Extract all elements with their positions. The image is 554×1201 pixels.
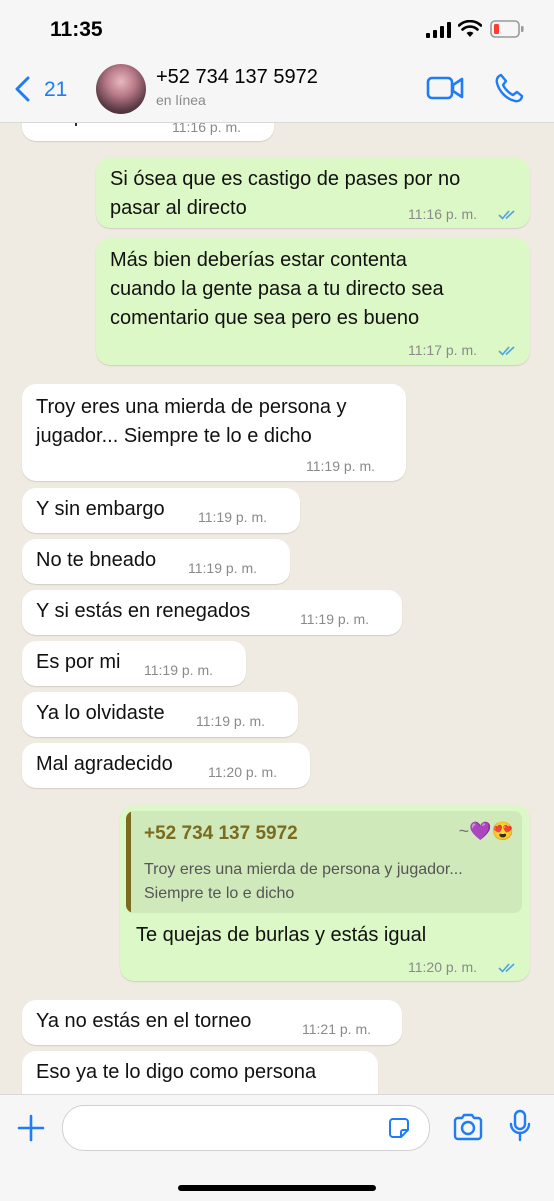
message-text: Es por mi <box>36 651 121 673</box>
quoted-message[interactable]: +52 734 137 5972 ~💜😍 Troy eres una mierd… <box>126 811 522 913</box>
message-text: Y si estás en renegados <box>36 600 251 622</box>
message-text: Troy eres una mierda de persona y <box>36 396 347 418</box>
message-time: 11:16 p. m. <box>408 206 478 222</box>
incoming-message[interactable]: De q hablas 11:16 p. m. <box>22 123 274 141</box>
composer-bar <box>0 1094 554 1201</box>
message-list[interactable]: De q hablas 11:16 p. m. Si ósea que es c… <box>0 123 554 1094</box>
message-text: De q hablas <box>36 123 143 131</box>
video-call-icon[interactable] <box>426 74 464 102</box>
chat-header: 21 +52 734 137 5972 en línea <box>0 58 554 123</box>
message-text: cuando la gente pasa a tu directo sea <box>110 278 444 300</box>
read-receipt-icon <box>498 210 515 220</box>
message-text: Te quejas de burlas y estás igual <box>136 924 427 946</box>
message-time: 11:19 p. m. <box>300 611 370 627</box>
contact-status: en línea <box>156 92 206 108</box>
message-time: 11:20 p. m. <box>408 959 478 975</box>
unread-count: 21 <box>44 78 68 101</box>
signal-icon <box>426 22 451 38</box>
contact-name[interactable]: +52 734 137 5972 <box>156 66 318 89</box>
status-bar: 11:35 <box>0 0 554 58</box>
incoming-message[interactable]: Ya lo olvidaste 11:19 p. m. <box>22 692 298 737</box>
message-time: 11:19 p. m. <box>144 662 214 678</box>
message-time: 11:20 p. m. <box>208 764 278 780</box>
outgoing-reply-message[interactable]: +52 734 137 5972 ~💜😍 Troy eres una mierd… <box>120 805 530 981</box>
message-text: jugador... Siempre te lo e dicho <box>36 425 312 447</box>
message-text: Más bien deberías estar contenta <box>110 249 407 271</box>
incoming-message[interactable]: Es por mi 11:19 p. m. <box>22 641 246 686</box>
message-time: 11:19 p. m. <box>188 560 258 576</box>
incoming-message[interactable]: Y si estás en renegados 11:19 p. m. <box>22 590 402 635</box>
message-time: 11:17 p. m. <box>408 342 478 358</box>
message-text: No te bneado <box>36 549 157 571</box>
message-time: 11:19 p. m. <box>198 509 268 525</box>
incoming-message[interactable]: Y sin embargo 11:19 p. m. <box>22 488 300 533</box>
incoming-message[interactable]: Mal agradecido 11:20 p. m. <box>22 743 310 788</box>
quote-bar <box>126 811 131 913</box>
home-indicator <box>178 1185 376 1191</box>
message-input[interactable] <box>62 1105 430 1151</box>
microphone-icon[interactable] <box>508 1109 532 1143</box>
message-text: comentario que sea pero es bueno <box>110 307 420 329</box>
camera-icon[interactable] <box>452 1113 484 1141</box>
incoming-message[interactable]: Ya no estás en el torneo 11:21 p. m. <box>22 1000 402 1045</box>
incoming-message[interactable]: Eso ya te lo digo como persona <box>22 1051 378 1094</box>
outgoing-message[interactable]: Si ósea que es castigo de pases por no p… <box>96 158 530 228</box>
incoming-message[interactable]: No te bneado 11:19 p. m. <box>22 539 290 584</box>
outgoing-message[interactable]: Más bien deberías estar contenta cuando … <box>96 238 530 365</box>
message-text: Ya lo olvidaste <box>36 702 165 724</box>
message-text: Y sin embargo <box>36 498 165 520</box>
message-time: 11:21 p. m. <box>302 1021 372 1037</box>
message-text: Mal agradecido <box>36 753 173 775</box>
status-time: 11:35 <box>50 18 103 41</box>
message-text: Eso ya te lo digo como persona <box>36 1061 317 1083</box>
phone-icon[interactable] <box>494 72 524 104</box>
read-receipt-icon <box>498 346 515 356</box>
back-button[interactable]: 21 <box>14 74 74 106</box>
message-time: 11:19 p. m. <box>196 713 266 729</box>
message-text: Ya no estás en el torneo <box>36 1010 252 1032</box>
wifi-icon <box>458 20 482 37</box>
quote-text: Siempre te lo e dicho <box>144 885 295 902</box>
quote-author: +52 734 137 5972 <box>144 823 298 844</box>
avatar[interactable] <box>96 64 146 114</box>
plus-icon[interactable] <box>16 1113 46 1143</box>
back-chevron-icon <box>15 76 30 102</box>
quote-author-tag: ~💜😍 <box>458 821 514 841</box>
message-text: pasar al directo <box>110 197 247 219</box>
sticker-icon[interactable] <box>388 1117 410 1139</box>
battery-icon <box>490 20 524 38</box>
message-time: 11:16 p. m. <box>172 123 242 135</box>
message-time: 11:19 p. m. <box>306 458 376 474</box>
message-text: Si ósea que es castigo de pases por no <box>110 168 461 190</box>
read-receipt-icon <box>498 963 515 973</box>
quote-text: Troy eres una mierda de persona y jugado… <box>144 861 463 878</box>
incoming-message[interactable]: Troy eres una mierda de persona y jugado… <box>22 384 406 481</box>
